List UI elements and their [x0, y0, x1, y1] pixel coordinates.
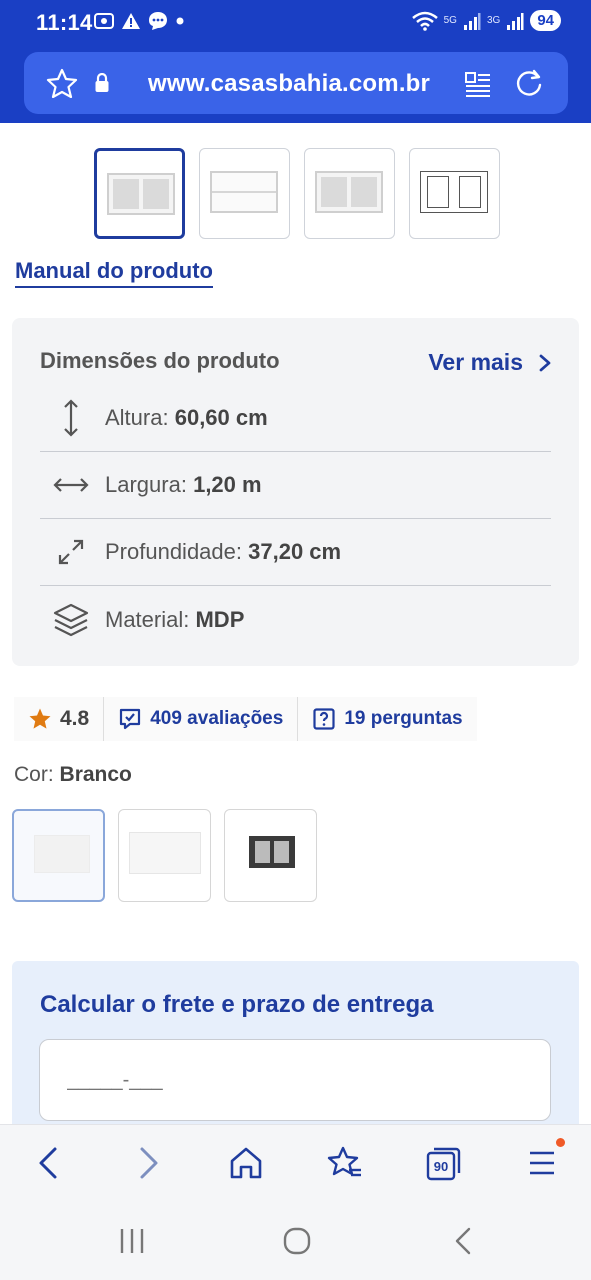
- see-more-label: Ver mais: [428, 349, 523, 375]
- cabinet-image: [107, 173, 175, 215]
- swatch-branco[interactable]: [12, 809, 105, 902]
- status-system-icons: 5G 3G 94: [411, 10, 561, 31]
- cabinet-image: [34, 835, 90, 873]
- dimensions-title: Dimensões do produto: [40, 348, 280, 373]
- cabinet-image: [315, 171, 383, 213]
- signal-icon-2: [507, 12, 524, 30]
- shipping-title: Calcular o frete e prazo de entrega: [40, 991, 434, 1018]
- swatch-variant-2[interactable]: [118, 809, 211, 902]
- dimension-row-height: Altura: 60,60 cm: [40, 385, 551, 452]
- dimension-row-depth: Profundidade: 37,20 cm: [40, 519, 551, 586]
- status-time: 11:14: [36, 10, 93, 35]
- tabs-button[interactable]: 90: [426, 1145, 462, 1186]
- dimension-text: Material: MDP: [105, 606, 245, 632]
- url-bar[interactable]: www.casasbahia.com.br: [24, 52, 568, 114]
- browser-toolbar: www.casasbahia.com.br: [0, 48, 591, 123]
- dimension-row-width: Largura: 1,20 m: [40, 452, 551, 519]
- home-icon[interactable]: [229, 1145, 263, 1181]
- screenshot-icon: [94, 13, 114, 29]
- back-arrow-icon[interactable]: [36, 1145, 60, 1181]
- questions-link[interactable]: 19 perguntas: [297, 697, 476, 741]
- review-chat-icon: [120, 708, 141, 730]
- color-value: Branco: [59, 763, 132, 786]
- bookmark-star-icon[interactable]: [46, 68, 78, 98]
- questions-label: 19 perguntas: [344, 708, 463, 729]
- horizontal-arrows-icon: [40, 475, 102, 495]
- cabinet-image: [249, 836, 295, 868]
- thumbnail-1[interactable]: [94, 148, 185, 239]
- dot-icon: [176, 17, 184, 25]
- reader-mode-icon[interactable]: [464, 70, 492, 98]
- rating-bar: 4.8 409 avaliações 19 perguntas: [14, 697, 477, 741]
- dimension-text: Profundidade: 37,20 cm: [105, 539, 342, 564]
- dimension-text: Largura: 1,20 m: [105, 472, 262, 497]
- battery-level: 94: [530, 10, 561, 31]
- dimension-row-material: Material: MDP: [40, 586, 551, 653]
- reload-icon[interactable]: [514, 68, 544, 98]
- url-text[interactable]: www.casasbahia.com.br: [148, 70, 430, 98]
- swatch-variant-3[interactable]: [224, 809, 317, 902]
- manual-link[interactable]: Manual do produto: [15, 258, 213, 288]
- cep-input[interactable]: [39, 1039, 551, 1121]
- lock-icon: [95, 73, 109, 92]
- vertical-arrows-icon: [40, 398, 102, 438]
- see-more-link[interactable]: Ver mais: [428, 349, 551, 376]
- alert-icon: [122, 13, 140, 29]
- thumbnail-3[interactable]: [304, 148, 395, 239]
- bookmarks-icon[interactable]: [327, 1145, 363, 1181]
- reviews-label: 409 avaliações: [150, 708, 284, 729]
- reviews-link[interactable]: 409 avaliações: [103, 697, 297, 741]
- cabinet-image: [210, 171, 278, 213]
- system-nav-bar: [0, 1202, 591, 1280]
- chat-icon: [149, 12, 167, 30]
- browser-bottom-nav: 90: [0, 1124, 591, 1202]
- home-button-icon[interactable]: [282, 1226, 312, 1256]
- recent-apps-icon[interactable]: [117, 1226, 147, 1256]
- cabinet-image: [129, 832, 201, 874]
- layers-icon: [40, 602, 102, 638]
- notification-dot: [556, 1138, 565, 1147]
- status-notification-icons: [93, 11, 185, 31]
- dimension-drawing-image: [420, 171, 488, 213]
- net-3g-label: 3G: [486, 15, 501, 26]
- thumbnail-2[interactable]: [199, 148, 290, 239]
- rating-score: 4.8: [14, 697, 103, 741]
- net-5g-label: 5G: [443, 15, 457, 26]
- color-label: Cor: Branco: [14, 763, 132, 786]
- thumbnail-4[interactable]: [409, 148, 500, 239]
- rating-value: 4.8: [60, 707, 90, 730]
- dimensions-card: Dimensões do produto Ver mais Altura: 60…: [12, 318, 579, 666]
- system-back-icon[interactable]: [452, 1226, 474, 1256]
- color-swatches: [12, 809, 317, 902]
- signal-icon: [463, 12, 481, 30]
- status-bar: 11:14 5G 3G 94: [0, 0, 591, 48]
- star-icon: [29, 708, 51, 729]
- chevron-right-icon: [539, 354, 551, 371]
- question-icon: [313, 708, 335, 730]
- product-thumbnails: [94, 148, 500, 239]
- wifi-icon: [411, 11, 438, 31]
- diagonal-arrows-icon: [40, 537, 102, 567]
- menu-icon[interactable]: [527, 1145, 557, 1181]
- dimension-text: Altura: 60,60 cm: [105, 405, 268, 430]
- tabs-count: 90: [433, 1159, 449, 1174]
- forward-arrow-icon[interactable]: [137, 1145, 161, 1181]
